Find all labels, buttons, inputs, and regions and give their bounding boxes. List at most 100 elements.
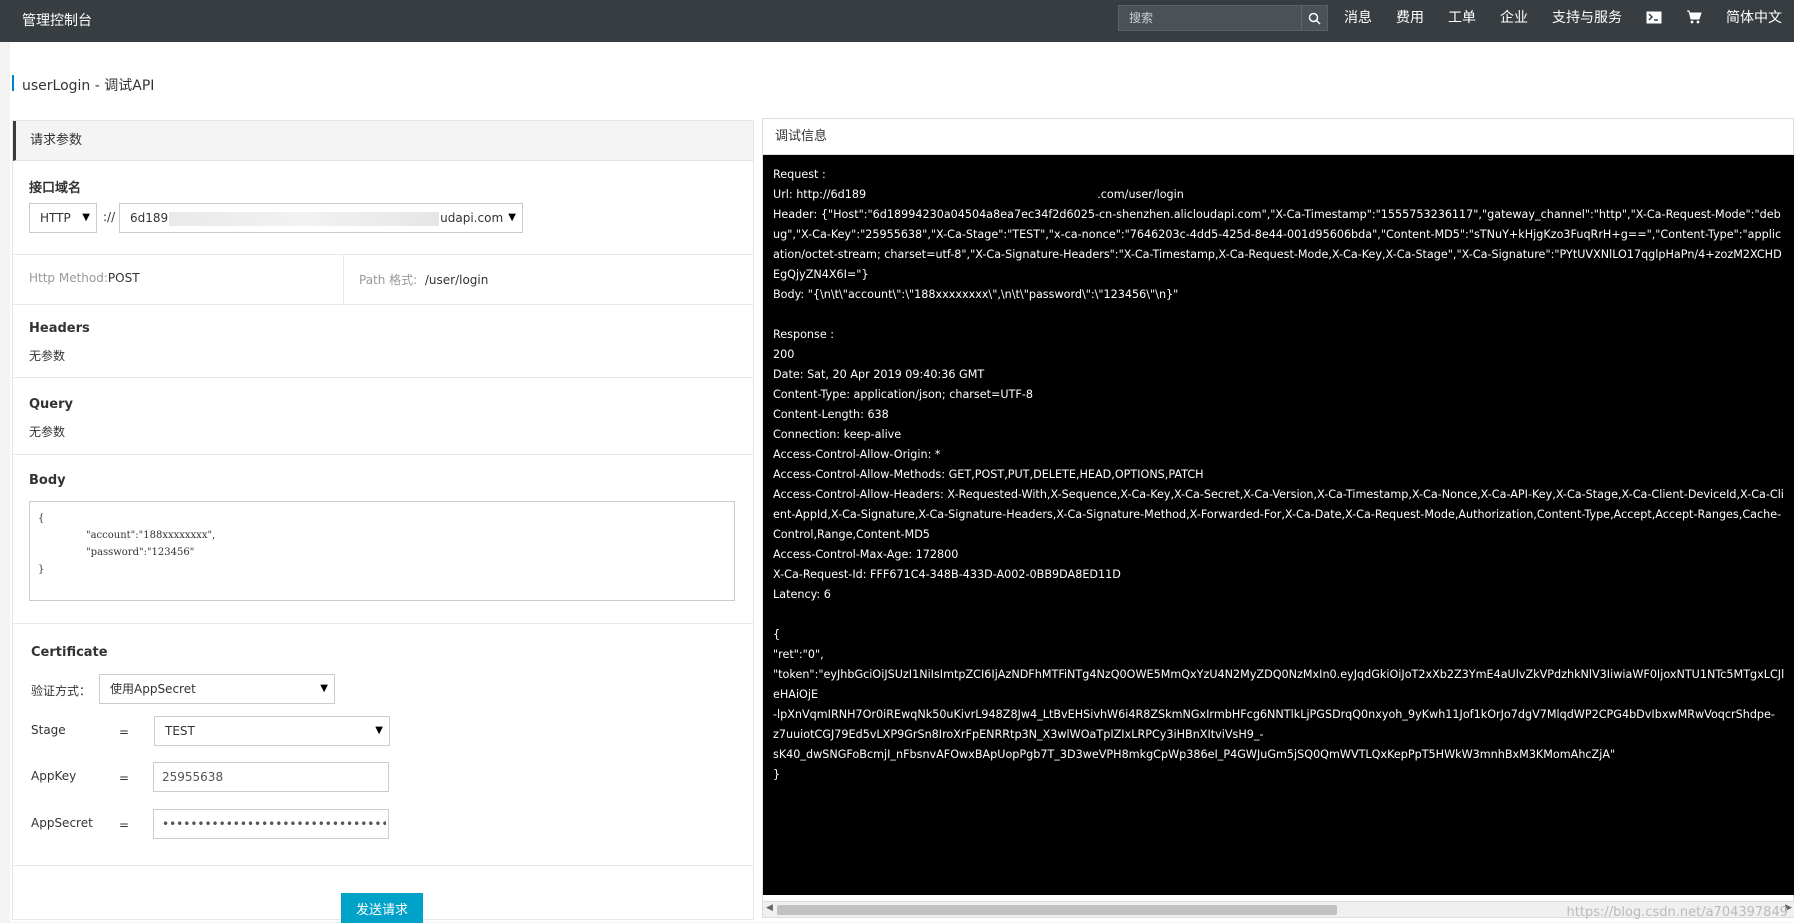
nav-language[interactable]: 简体中文: [1726, 7, 1782, 27]
stage-equals: =: [119, 725, 130, 739]
divider-vertical: [343, 254, 344, 304]
divider: [13, 865, 753, 866]
top-navbar: 管理控制台 消息 费用 工单 企业 支持与服务 简体中文: [0, 0, 1794, 42]
headers-label: Headers: [29, 321, 90, 336]
appkey-equals: =: [119, 771, 130, 785]
body-line: {: [38, 513, 45, 524]
divider: [13, 623, 753, 624]
console-line: z7uuiotCGJ79Ed5vLXP9GrSn8IroXrFpENRRtp3N…: [773, 728, 1264, 741]
console-line: X-Ca-Request-Id: FFF671C4-348B-433D-A002…: [773, 568, 1121, 581]
console-line: {: [773, 628, 781, 641]
nav-support[interactable]: 支持与服务: [1552, 7, 1622, 27]
page-title: userLogin - 调试API: [22, 78, 155, 94]
title-accent: [12, 75, 14, 91]
console-line: Request :: [773, 168, 826, 181]
protocol-select[interactable]: HTTP ▼: [29, 203, 97, 233]
console-line: -lpXnVqmIRNH7Or0iREwqNk50uKivrL948Z8Jw4_…: [773, 708, 1775, 721]
protocol-value: HTTP: [40, 211, 71, 225]
console-line: Connection: keep-alive: [773, 428, 902, 441]
console-line: Url: http://6d189 .com/user/login: [773, 188, 1184, 201]
body-line: }: [38, 564, 45, 575]
divider: [13, 254, 753, 255]
console-line: Content-Length: 638: [773, 408, 889, 421]
console-line: Response :: [773, 328, 835, 341]
body-line: "password":"123456": [86, 547, 195, 558]
console-line: "ret":"0",: [773, 648, 824, 661]
debug-info-header: 调试信息: [763, 119, 1793, 155]
query-label: Query: [29, 397, 74, 412]
body-textarea[interactable]: { "account":"188xxxxxxxx", "password":"1…: [29, 501, 735, 601]
search-button[interactable]: [1301, 6, 1327, 30]
nav-tickets[interactable]: 工单: [1448, 7, 1476, 27]
appsecret-equals: =: [119, 818, 130, 832]
console-line: Latency: 6: [773, 588, 831, 601]
console-line: Content-Type: application/json; charset=…: [773, 388, 1033, 401]
console-line: Body: "{\n\t\"account\":\"188xxxxxxxx\",…: [773, 288, 1179, 301]
redacted-blur: [169, 211, 440, 226]
verify-method-label: 验证方式：: [31, 684, 92, 698]
appsecret-label: AppSecret: [31, 816, 93, 830]
console-line: Access-Control-Allow-Origin: *: [773, 448, 941, 461]
terminal-icon[interactable]: [1646, 11, 1662, 24]
console-line: Access-Control-Max-Age: 172800: [773, 548, 959, 561]
debug-console[interactable]: Request : Url: http://6d189 .com/user/log…: [763, 155, 1794, 895]
console-line: Access-Control-Allow-Headers: X-Requeste…: [773, 488, 1784, 541]
divider: [13, 454, 753, 455]
path-format: Path 格式: /user/login: [359, 271, 488, 288]
domain-prefix: 6d189: [130, 211, 169, 225]
caret-down-icon: ▼: [82, 212, 90, 223]
appsecret-input[interactable]: [153, 809, 389, 839]
stage-label: Stage: [31, 723, 66, 737]
console-brand[interactable]: 管理控制台: [22, 10, 92, 30]
http-method-value: POST: [107, 271, 140, 285]
search-box[interactable]: [1118, 5, 1328, 31]
request-params-header: 请求参数: [13, 121, 753, 161]
nav-billing[interactable]: 费用: [1396, 7, 1424, 27]
appkey-input[interactable]: [153, 762, 389, 792]
certificate-label: Certificate: [31, 645, 108, 660]
console-line: Access-Control-Allow-Methods: GET,POST,P…: [773, 468, 1204, 481]
headers-value: 无参数: [29, 349, 66, 363]
domain-label: 接口域名: [29, 181, 82, 196]
search-input[interactable]: [1119, 6, 1299, 30]
path-value: /user/login: [424, 273, 489, 287]
console-line: "token":"eyJhbGciOiJSUzI1NiIsImtpZCI6IjA…: [773, 668, 1785, 701]
top-nav: 消息 费用 工单 企业 支持与服务 简体中文: [1344, 0, 1782, 34]
divider: [13, 377, 753, 378]
path-label: Path 格式:: [359, 273, 418, 287]
caret-down-icon: ▼: [375, 725, 383, 736]
debug-info-panel: 调试信息 Request : Url: http://6d189 .com/use…: [762, 118, 1794, 918]
verify-method-value: 使用AppSecret: [110, 682, 196, 696]
caret-down-icon: ▼: [320, 683, 328, 694]
stage-select[interactable]: TEST ▼: [154, 716, 390, 746]
protocol-separator: ://: [103, 210, 116, 224]
console-line: }: [773, 768, 781, 781]
caret-down-icon: ▼: [508, 212, 516, 223]
domain-select[interactable]: 6d189 udapi.com ▼: [119, 203, 523, 233]
nav-messages[interactable]: 消息: [1344, 7, 1372, 27]
query-value: 无参数: [29, 425, 66, 439]
scrollbar-thumb[interactable]: [777, 905, 1337, 915]
cart-icon[interactable]: [1686, 10, 1702, 24]
console-line: sK40_dwSNGFoBcmjI_nFbsnvAFOwxBApUopPgb7T…: [773, 748, 1616, 761]
request-params-panel: 请求参数 接口域名 HTTP ▼ :// 6d189 udapi.com ▼ Ht…: [12, 120, 754, 923]
stage-value: TEST: [165, 724, 195, 738]
console-line: 200: [773, 348, 795, 361]
console-line: Header: {"Host":"6d18994230a04504a8ea7ec…: [773, 208, 1782, 281]
body-line: "account":"188xxxxxxxx",: [86, 530, 216, 541]
appkey-label: AppKey: [31, 769, 77, 783]
console-line: Date: Sat, 20 Apr 2019 09:40:36 GMT: [773, 368, 985, 381]
divider: [13, 304, 753, 305]
verify-method-select[interactable]: 使用AppSecret ▼: [99, 674, 335, 704]
http-method: Http Method:POST: [29, 271, 140, 285]
body-label: Body: [29, 473, 66, 488]
scroll-left-icon[interactable]: ◀: [766, 903, 773, 913]
nav-enterprise[interactable]: 企业: [1500, 7, 1528, 27]
watermark-text: https://blog.csdn.net/a704397849: [1566, 905, 1788, 920]
search-icon: [1308, 12, 1321, 25]
domain-suffix: udapi.com: [440, 211, 504, 225]
http-method-label: Http Method:: [29, 271, 108, 285]
send-request-button[interactable]: 发送请求: [341, 893, 423, 923]
